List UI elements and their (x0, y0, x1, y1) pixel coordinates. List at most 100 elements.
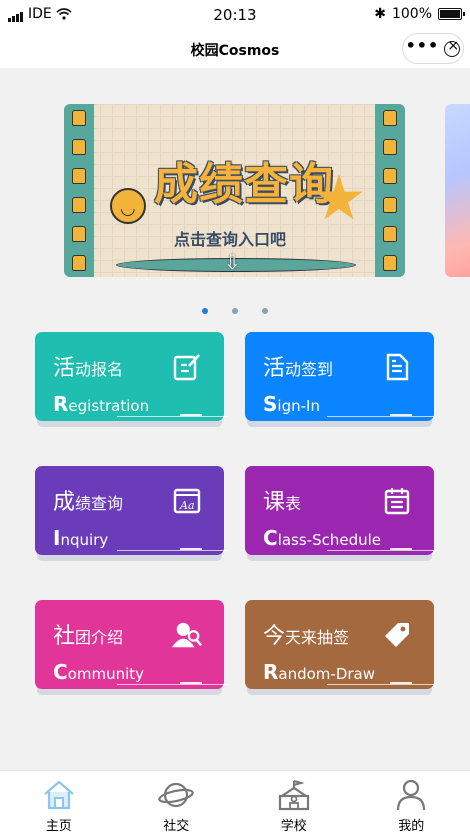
card-underline-accent (180, 682, 202, 684)
card-subtitle: Class-Schedule (263, 526, 381, 550)
card-activity-signin[interactable]: 活动签到 Sign-In (245, 332, 437, 421)
thumbs-up-icon (72, 168, 86, 185)
card-sub-first: S (263, 392, 278, 416)
card-class-schedule[interactable]: 课表 Class-Schedule (245, 466, 437, 555)
card-title-first: 活 (53, 356, 76, 381)
card-subtitle: Community (53, 660, 144, 684)
thumbs-up-icon (383, 254, 397, 271)
arrow-down-icon: ⇩ (224, 250, 241, 274)
card-sub-rest: lass-Schedule (277, 531, 382, 549)
tab-social[interactable]: 社交 (118, 771, 236, 836)
status-right: ✱ 100% (374, 6, 465, 22)
card-activity-registration[interactable]: 活动报名 Registration (35, 332, 227, 421)
edit-icon (172, 352, 202, 382)
thumbs-up-icon (72, 225, 86, 242)
card-title-rest: 绩查询 (75, 494, 124, 513)
indicator-dot-2[interactable] (232, 308, 238, 314)
card-underline-accent (390, 414, 412, 416)
battery-icon (438, 8, 465, 20)
school-icon (276, 777, 312, 813)
card-sub-rest: nquiry (60, 531, 109, 549)
thumbs-up-icon (72, 254, 86, 271)
planet-icon (158, 777, 195, 813)
card-underline-accent (180, 548, 202, 550)
card-grade-inquiry[interactable]: 成绩查询 Aa Inquiry (35, 466, 227, 555)
thumbs-up-icon (383, 168, 397, 185)
card-title: 成绩查询 (53, 484, 123, 516)
card-subtitle: Sign-In (263, 392, 320, 416)
banner-subtitle: 点击查询入口吧 (174, 230, 287, 249)
card-underline-accent (390, 548, 412, 550)
card-sub-rest: andom-Draw (278, 665, 376, 683)
font-icon: Aa (172, 486, 202, 516)
mini-program-capsule: ••• (402, 33, 464, 64)
card-underline-accent (180, 414, 202, 416)
card-title: 活动报名 (53, 350, 123, 382)
card-title-first: 今 (263, 624, 286, 649)
card-community[interactable]: 社团介绍 Community (35, 600, 227, 689)
thumbs-up-icon (72, 196, 86, 213)
tab-label: 主页 (45, 819, 72, 834)
card-sub-first: C (53, 660, 68, 684)
card-title: 课表 (263, 484, 301, 516)
card-underline-accent (390, 682, 412, 684)
tag-icon (382, 620, 412, 650)
tab-label: 我的 (398, 819, 425, 834)
tab-mine[interactable]: 我的 (353, 771, 470, 836)
tab-home[interactable]: 主页 (0, 771, 118, 836)
document-icon (382, 352, 412, 382)
card-underline (327, 550, 437, 551)
card-underline (327, 684, 437, 685)
card-sub-rest: egistration (68, 397, 150, 415)
svg-text:Aa: Aa (179, 499, 195, 512)
card-title-first: 社 (53, 624, 76, 649)
card-title: 今天来抽签 (263, 618, 349, 650)
banner-border-left (64, 104, 94, 277)
tab-label: 社交 (163, 819, 190, 834)
card-subtitle: Inquiry (53, 526, 108, 550)
tab-bar: 主页 社交 学校 我的 (0, 770, 470, 836)
card-title-rest: 动签到 (285, 360, 334, 379)
card-underline (327, 416, 437, 417)
card-title-first: 课 (263, 490, 286, 515)
card-subtitle: Random-Draw (263, 660, 375, 684)
card-sub-first: R (263, 660, 279, 684)
status-bar: IDE 20:13 ✱ 100% (0, 0, 470, 30)
card-random-draw[interactable]: 今天来抽签 Random-Draw (245, 600, 437, 689)
calendar-icon (382, 486, 412, 516)
card-sub-first: C (263, 526, 278, 550)
card-title: 活动签到 (263, 350, 333, 382)
card-underline (117, 416, 227, 417)
card-title-rest: 表 (285, 494, 302, 513)
indicator-dot-3[interactable] (262, 308, 268, 314)
bluetooth-icon: ✱ (374, 6, 386, 22)
banner-border-right (375, 104, 405, 277)
banner-slide-next[interactable] (445, 104, 470, 277)
close-button[interactable] (444, 38, 461, 57)
person-icon (393, 777, 429, 813)
card-title: 社团介绍 (53, 618, 123, 650)
thumbs-up-icon (383, 110, 397, 127)
thumbs-up-icon (72, 139, 86, 156)
swiper-indicators (0, 308, 470, 314)
banner-slide-grade-inquiry[interactable]: 成绩查询 点击查询入口吧 ⇩ (64, 104, 405, 277)
card-title-rest: 团介绍 (75, 628, 124, 647)
card-sub-first: R (53, 392, 69, 416)
thumbs-up-icon (72, 110, 86, 127)
more-button[interactable]: ••• (406, 36, 440, 55)
thumbs-up-icon (383, 225, 397, 242)
indicator-dot-1[interactable] (202, 308, 208, 314)
card-title-rest: 动报名 (75, 360, 124, 379)
thumbs-up-icon (383, 196, 397, 213)
card-title-first: 活 (263, 356, 286, 381)
card-sub-rest: ommunity (67, 665, 145, 683)
card-underline (117, 550, 227, 551)
home-icon (41, 777, 77, 813)
page-title: 校园Cosmos (190, 43, 280, 59)
user-search-icon (172, 620, 202, 650)
tab-label: 学校 (280, 819, 307, 834)
tab-school[interactable]: 学校 (235, 771, 353, 836)
thumbs-up-icon (383, 139, 397, 156)
card-subtitle: Registration (53, 392, 149, 416)
battery-label: 100% (391, 6, 432, 22)
